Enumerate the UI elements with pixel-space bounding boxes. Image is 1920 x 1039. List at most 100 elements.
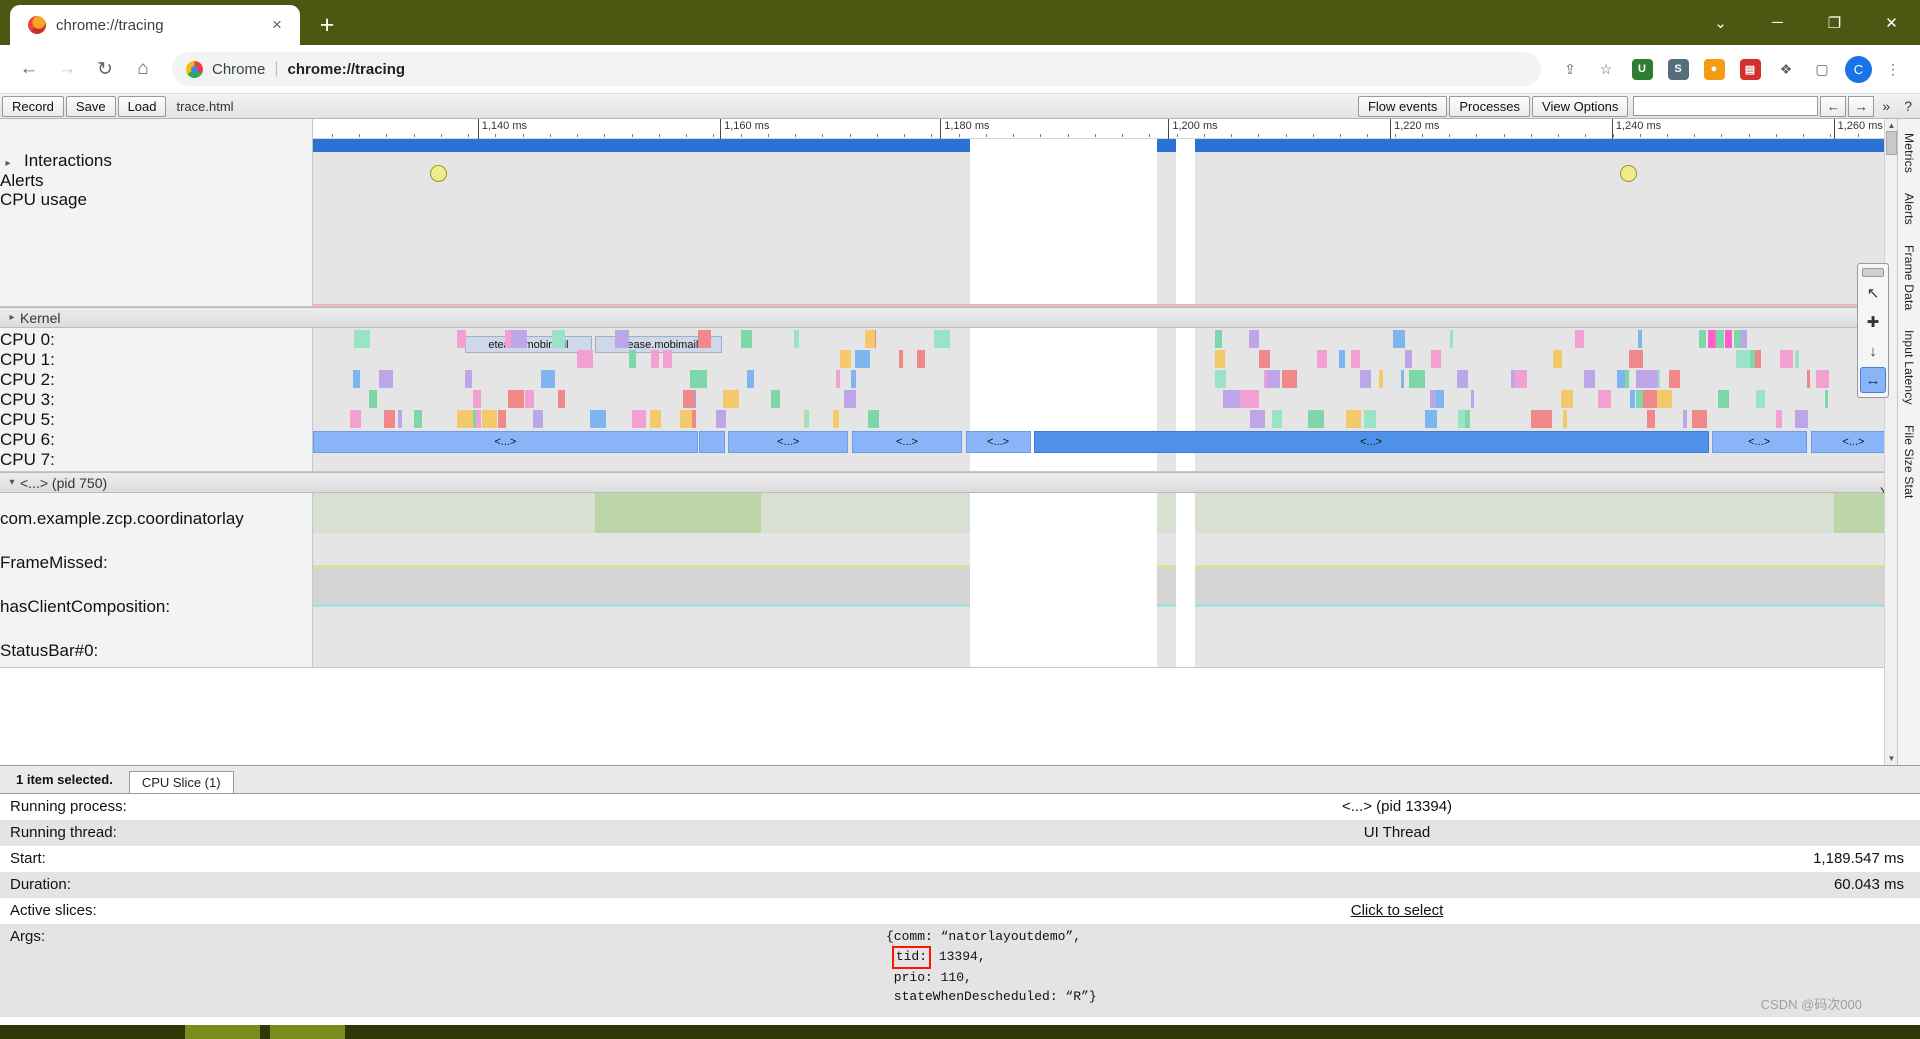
cpu-slice[interactable] (1531, 410, 1544, 428)
cpu-slice[interactable] (1630, 390, 1635, 408)
cpu-slice[interactable] (383, 410, 395, 428)
extension-icon-3[interactable]: ● (1699, 54, 1729, 84)
kernel-group-header[interactable]: ▸ Kernel X (0, 307, 1897, 335)
timeline-ruler[interactable]: 1,140 ms 1,160 ms 1,180 ms 1,200 ms 1,220 ms… (313, 119, 1897, 139)
track-label-alerts[interactable]: Alerts (0, 171, 312, 191)
track-label-cpu-1[interactable]: CPU 1: (0, 350, 312, 370)
cpu-slice[interactable] (850, 370, 856, 388)
select-tool-icon[interactable]: ↖ (1860, 280, 1886, 306)
cpu-slice[interactable] (836, 370, 840, 388)
track-label-cpu-3[interactable]: CPU 3: (0, 390, 312, 410)
chevron-right-icon[interactable]: ▸ (4, 312, 20, 323)
cpu-slice-name-1[interactable]: etease.mobimail (465, 336, 592, 353)
cpu-slice[interactable] (1378, 370, 1383, 388)
cpu-slice[interactable] (590, 410, 607, 428)
track-label-cpu-6[interactable]: CPU 7: (0, 450, 312, 470)
rail-tab-alerts[interactable]: Alerts (1902, 193, 1916, 225)
cpu-slice[interactable] (689, 370, 707, 388)
cpu-slice[interactable] (839, 350, 851, 368)
cpu-slice[interactable] (1669, 370, 1680, 388)
maximize-button[interactable]: ❐ (1806, 0, 1863, 45)
cpu-slice[interactable] (1806, 370, 1811, 388)
cpu-slice[interactable] (1404, 350, 1413, 368)
cpu-slice[interactable] (917, 350, 925, 368)
avatar[interactable]: C (1845, 55, 1872, 83)
share-icon[interactable]: ⇪ (1555, 54, 1585, 84)
cpu-slice[interactable] (1718, 390, 1730, 408)
cpu-slice[interactable] (1779, 350, 1793, 368)
cpu-slice[interactable] (1644, 370, 1659, 388)
track-label-cpu-2[interactable]: CPU 2: (0, 370, 312, 390)
cpu-slice[interactable] (1264, 370, 1268, 388)
kernel-header-label[interactable]: ▸ Kernel (0, 310, 313, 326)
address-bar[interactable]: Chrome | chrome://tracing (172, 52, 1541, 86)
cpu-slice[interactable] (1825, 390, 1828, 408)
cpu-wide-slice[interactable]: <...> (1711, 431, 1807, 453)
search-prev-button[interactable]: ← (1820, 95, 1847, 117)
back-icon[interactable]: ← (12, 52, 46, 86)
track-label-cpu-4[interactable]: CPU 5: (0, 410, 312, 430)
cpu-wide-slice[interactable]: <...> (728, 431, 849, 453)
overview-canvas[interactable]: Rendering Response (313, 139, 1897, 306)
processes-button[interactable]: Processes (1449, 95, 1531, 117)
cpu-slice[interactable] (770, 390, 781, 408)
cpu-slice[interactable] (1563, 410, 1568, 428)
cpu-slice[interactable] (369, 390, 377, 408)
chevron-right-icon[interactable]: ▸ (0, 158, 16, 170)
scrollbar-thumb[interactable] (1886, 131, 1897, 155)
cpu-slice[interactable] (476, 410, 482, 428)
detail-row-value[interactable]: Click to select (884, 902, 1910, 919)
cpu-slice[interactable] (1431, 350, 1442, 368)
kernel-canvas[interactable]: etease.mobimail etease.mobimail <...> <.… (313, 328, 1897, 471)
cpu-slice[interactable] (1794, 350, 1800, 368)
track-label-interactions[interactable]: ▸ Interactions (0, 151, 312, 171)
cpu-slice[interactable] (1350, 350, 1361, 368)
toolbox-drag-handle[interactable] (1862, 268, 1884, 277)
help-button[interactable]: ? (1898, 98, 1918, 114)
cpu-slice[interactable] (1250, 410, 1265, 428)
cpu-slice[interactable] (679, 410, 692, 428)
rail-tab-metrics[interactable]: Metrics (1902, 133, 1916, 173)
cpu-slice[interactable] (1425, 410, 1437, 428)
cpu-wide-slice-selected[interactable]: <...> (1033, 431, 1709, 453)
cpu-slice[interactable] (482, 410, 498, 428)
cpu-slice[interactable] (507, 390, 524, 408)
cpu-slice[interactable] (722, 390, 740, 408)
cpu-slice[interactable] (1400, 370, 1404, 388)
rail-tab-frame-data[interactable]: Frame Data (1902, 245, 1916, 310)
cpu-slice[interactable] (650, 410, 661, 428)
cpu-slice[interactable] (1429, 390, 1437, 408)
save-button[interactable]: Save (65, 95, 116, 117)
track-label-process-0[interactable]: com.example.zcp.coordinatorlay (0, 509, 312, 553)
cpu-slice[interactable] (1258, 350, 1270, 368)
side-panel-icon[interactable]: ▢ (1807, 54, 1837, 84)
cpu-slice[interactable] (1584, 370, 1595, 388)
cpu-slice[interactable] (868, 410, 880, 428)
extension-icon-4[interactable]: ▤ (1735, 54, 1765, 84)
cpu-wide-slice[interactable]: <...> (851, 431, 963, 453)
cpu-slice[interactable] (1470, 390, 1474, 408)
active-slices-link[interactable]: Click to select (1351, 902, 1444, 919)
zoom-tool-icon[interactable]: ↓ (1860, 338, 1886, 364)
rail-tab-file-size-stat[interactable]: File Size Stat (1902, 425, 1916, 499)
cpu-slice[interactable] (1794, 410, 1808, 428)
cpu-slice[interactable] (350, 410, 361, 428)
overflow-button[interactable]: » (1876, 98, 1896, 114)
bookmark-star-icon[interactable]: ☆ (1591, 54, 1621, 84)
flow-events-button[interactable]: Flow events (1357, 95, 1448, 117)
minimize-button[interactable]: ─ (1749, 0, 1806, 45)
kebab-menu-icon[interactable]: ⋮ (1878, 54, 1908, 84)
cpu-slice[interactable] (1637, 330, 1643, 348)
search-next-button[interactable]: → (1848, 95, 1875, 117)
cpu-slice[interactable] (1733, 330, 1741, 348)
cpu-slice[interactable] (1449, 330, 1454, 348)
cpu-slice[interactable] (1359, 370, 1372, 388)
cpu-slice[interactable] (1249, 330, 1259, 348)
cpu-slice[interactable] (663, 350, 673, 368)
home-icon[interactable]: ⌂ (126, 52, 160, 86)
interaction-marker-1[interactable] (430, 165, 448, 182)
load-button[interactable]: Load (117, 95, 167, 117)
cpu-slice[interactable] (1364, 410, 1377, 428)
cpu-slice[interactable] (511, 330, 527, 348)
cpu-slice[interactable] (832, 410, 839, 428)
